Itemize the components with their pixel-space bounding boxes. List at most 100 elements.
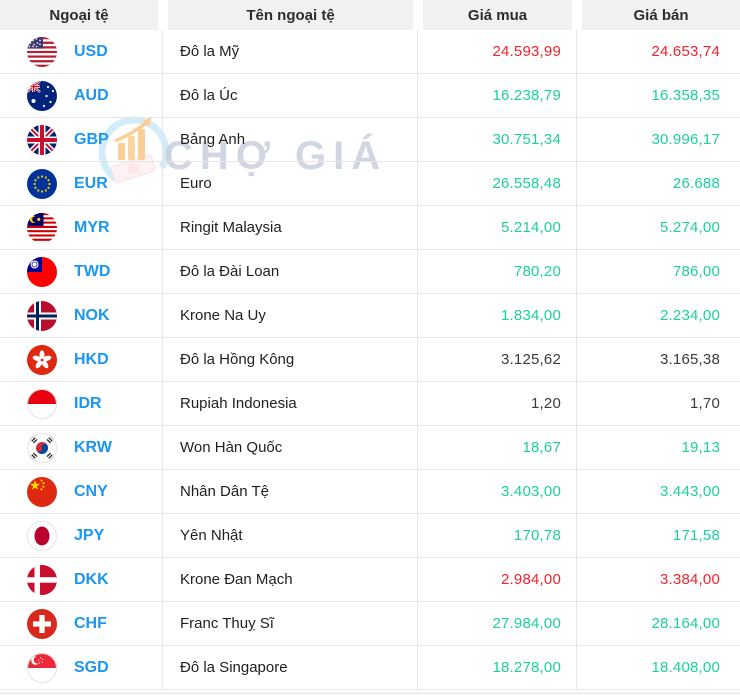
- sell-price-cell: 30.996,17: [577, 118, 740, 161]
- sell-price-cell: 171,58: [577, 514, 740, 557]
- sell-price-cell: 3.443,00: [577, 470, 740, 513]
- buy-price-cell: 2.984,00: [418, 558, 577, 601]
- currency-code: AUD: [74, 86, 109, 104]
- sell-price: 2.234,00: [660, 307, 720, 324]
- buy-price: 27.984,00: [492, 615, 561, 632]
- column-header-currency: Ngoại tệ: [0, 0, 158, 30]
- currency-name: Yên Nhật: [180, 527, 243, 544]
- buy-price-cell: 780,20: [418, 250, 577, 293]
- buy-price: 18,67: [522, 439, 561, 456]
- currency-name: Ringit Malaysia: [180, 219, 282, 236]
- buy-price-cell: 1,20: [418, 382, 577, 425]
- currency-cell: HKD: [0, 338, 163, 381]
- buy-price: 24.593,99: [492, 43, 561, 60]
- sell-price: 16.358,35: [651, 87, 720, 104]
- buy-price-cell: 30.751,34: [418, 118, 577, 161]
- rates-table-body: USD Đô la Mỹ 24.593,99 24.653,74 AUD Đô …: [0, 30, 740, 690]
- chf-flag-icon: [27, 608, 57, 639]
- hkd-flag-icon: [27, 344, 57, 375]
- currency-cell: SGD: [0, 646, 163, 689]
- currency-name-cell: Đô la Singapore: [163, 646, 418, 689]
- buy-price-cell: 27.984,00: [418, 602, 577, 645]
- idr-flag-icon: [27, 388, 57, 419]
- buy-price: 16.238,79: [492, 87, 561, 104]
- sell-price-cell: 16.358,35: [577, 74, 740, 117]
- sell-price: 26.688: [672, 175, 720, 192]
- sell-price: 3.443,00: [660, 483, 720, 500]
- sell-price-cell: 19,13: [577, 426, 740, 469]
- currency-cell: EUR: [0, 162, 163, 205]
- currency-cell: CHF: [0, 602, 163, 645]
- column-header-buy-price: Giá mua: [423, 0, 572, 30]
- currency-code: IDR: [74, 394, 102, 412]
- currency-row: DKK Krone Đan Mạch 2.984,00 3.384,00: [0, 558, 740, 602]
- buy-price: 18.278,00: [492, 659, 561, 676]
- buy-price-cell: 24.593,99: [418, 30, 577, 73]
- currency-name-cell: Won Hàn Quốc: [163, 426, 418, 469]
- currency-cell: GBP: [0, 118, 163, 161]
- sell-price-cell: 3.165,38: [577, 338, 740, 381]
- buy-price-cell: 3.403,00: [418, 470, 577, 513]
- currency-code: CHF: [74, 614, 107, 632]
- buy-price: 3.403,00: [501, 483, 561, 500]
- sell-price-cell: 786,00: [577, 250, 740, 293]
- currency-code: JPY: [74, 526, 105, 544]
- buy-price-cell: 1.834,00: [418, 294, 577, 337]
- currency-name-cell: Krone Na Uy: [163, 294, 418, 337]
- aud-flag-icon: [27, 80, 57, 111]
- currency-name: Đô la Úc: [180, 87, 238, 104]
- sell-price-cell: 18.408,00: [577, 646, 740, 689]
- currency-code: KRW: [74, 438, 112, 456]
- currency-name-cell: Yên Nhật: [163, 514, 418, 557]
- currency-name: Euro: [180, 175, 212, 192]
- sell-price: 3.384,00: [660, 571, 720, 588]
- currency-code: CNY: [74, 482, 108, 500]
- currency-code: DKK: [74, 570, 109, 588]
- usd-flag-icon: [27, 36, 57, 67]
- currency-name-cell: Đô la Đài Loan: [163, 250, 418, 293]
- currency-name: Rupiah Indonesia: [180, 395, 297, 412]
- currency-row: TWD Đô la Đài Loan 780,20 786,00: [0, 250, 740, 294]
- buy-price: 3.125,62: [501, 351, 561, 368]
- currency-cell: TWD: [0, 250, 163, 293]
- currency-cell: MYR: [0, 206, 163, 249]
- currency-name: Đô la Đài Loan: [180, 263, 280, 280]
- sell-price-cell: 1,70: [577, 382, 740, 425]
- buy-price: 5.214,00: [501, 219, 561, 236]
- currency-name: Đô la Singapore: [180, 659, 288, 676]
- sell-price-cell: 2.234,00: [577, 294, 740, 337]
- sell-price-cell: 28.164,00: [577, 602, 740, 645]
- currency-row: JPY Yên Nhật 170,78 171,58: [0, 514, 740, 558]
- sell-price: 3.165,38: [660, 351, 720, 368]
- currency-row: CNY Nhân Dân Tệ 3.403,00 3.443,00: [0, 470, 740, 514]
- currency-name-cell: Nhân Dân Tệ: [163, 470, 418, 513]
- eur-flag-icon: [27, 168, 57, 199]
- currency-code: SGD: [74, 658, 109, 676]
- currency-code: NOK: [74, 306, 110, 324]
- jpy-flag-icon: [27, 520, 57, 551]
- buy-price-cell: 170,78: [418, 514, 577, 557]
- buy-price: 26.558,48: [492, 175, 561, 192]
- dkk-flag-icon: [27, 564, 57, 595]
- currency-name-cell: Ringit Malaysia: [163, 206, 418, 249]
- buy-price-cell: 18,67: [418, 426, 577, 469]
- buy-price: 170,78: [513, 527, 561, 544]
- buy-price: 1.834,00: [501, 307, 561, 324]
- currency-code: HKD: [74, 350, 109, 368]
- currency-code: MYR: [74, 218, 110, 236]
- currency-code: USD: [74, 42, 108, 60]
- buy-price-cell: 3.125,62: [418, 338, 577, 381]
- currency-name: Bảng Anh: [180, 131, 246, 148]
- sgd-flag-icon: [27, 652, 57, 683]
- currency-row: CHF Franc Thuỵ Sĩ 27.984,00 28.164,00: [0, 602, 740, 646]
- currency-name-cell: Đô la Hồng Kông: [163, 338, 418, 381]
- currency-name: Franc Thuỵ Sĩ: [180, 615, 274, 632]
- currency-code: GBP: [74, 130, 109, 148]
- sell-price-cell: 24.653,74: [577, 30, 740, 73]
- buy-price: 1,20: [531, 395, 561, 412]
- twd-flag-icon: [27, 256, 57, 287]
- currency-row: USD Đô la Mỹ 24.593,99 24.653,74: [0, 30, 740, 74]
- currency-name: Đô la Mỹ: [180, 43, 240, 60]
- currency-name: Krone Đan Mạch: [180, 571, 293, 588]
- buy-price: 2.984,00: [501, 571, 561, 588]
